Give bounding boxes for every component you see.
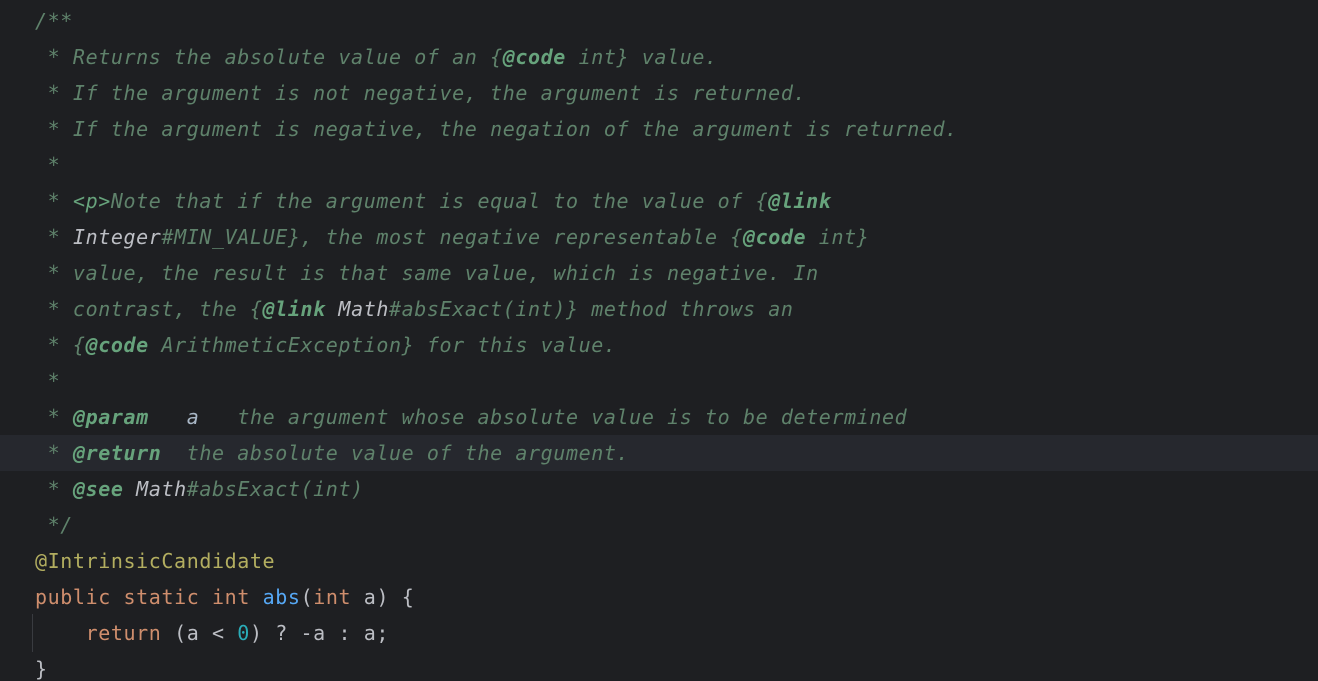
code-token: * (35, 477, 73, 501)
code-token: @code (85, 333, 149, 357)
code-token: public (35, 585, 111, 609)
code-token: * { (35, 333, 86, 357)
code-token: return (85, 621, 162, 645)
code-line-text: */ (35, 507, 73, 543)
code-token: * (35, 441, 73, 465)
code-token: Math (136, 477, 187, 501)
code-line[interactable]: */ (0, 507, 1318, 543)
code-line-text: * If the argument is negative, the negat… (35, 111, 958, 147)
code-token: the argument whose absolute value is to … (199, 405, 908, 429)
code-token: 0 (237, 621, 250, 645)
code-line[interactable]: } (0, 651, 1318, 681)
code-line-text: * {@code ArithmeticException} for this v… (35, 327, 617, 363)
code-token: */ (35, 513, 73, 537)
code-token: int} (806, 225, 870, 249)
code-token: * Returns the absolute value of an { (35, 45, 503, 69)
code-line[interactable]: * If the argument is negative, the negat… (0, 111, 1318, 147)
code-line[interactable]: * (0, 147, 1318, 183)
code-token: @code (742, 225, 807, 249)
code-line[interactable]: * (0, 363, 1318, 399)
code-token: * value, the result is that same value, … (35, 261, 819, 285)
code-token: int} value. (565, 45, 718, 69)
code-line-text: * value, the result is that same value, … (35, 255, 819, 291)
code-token: * contrast, the { (35, 297, 263, 321)
code-line[interactable]: * If the argument is not negative, the a… (0, 75, 1318, 111)
code-line[interactable]: * Integer#MIN_VALUE}, the most negative … (0, 219, 1318, 255)
code-token: * If the argument is not negative, the a… (35, 81, 807, 105)
code-line[interactable]: * @see Math#absExact(int) (0, 471, 1318, 507)
code-token: * (35, 189, 73, 213)
code-token: @param (72, 405, 149, 429)
code-token: ArithmeticException} for this value. (148, 333, 617, 357)
code-token: Note that if the argument is equal to th… (110, 189, 769, 213)
code-line-text: * <p>Note that if the argument is equal … (35, 183, 831, 219)
code-line-text: public static int abs(int a) { (35, 579, 414, 615)
code-line-text: * Returns the absolute value of an {@cod… (35, 39, 718, 75)
code-token: Math (338, 297, 389, 321)
code-token: #absExact(int) (186, 477, 364, 501)
code-line-text: * @return the absolute value of the argu… (35, 435, 629, 471)
code-token: } (35, 657, 48, 681)
code-token: * (35, 405, 73, 429)
code-line-text: return (a < 0) ? -a : a; (35, 615, 389, 651)
code-line-text: * If the argument is not negative, the a… (35, 75, 806, 111)
code-token: ( (300, 585, 314, 609)
code-line[interactable]: * {@code ArithmeticException} for this v… (0, 327, 1318, 363)
code-token: the absolute value of the argument. (161, 441, 630, 465)
code-line-text: * (35, 147, 60, 183)
code-editor[interactable]: /** * Returns the absolute value of an {… (0, 0, 1318, 681)
code-line[interactable]: return (a < 0) ? -a : a; (0, 615, 1318, 651)
code-token: #MIN_VALUE}, the most negative represent… (161, 225, 743, 249)
code-token: @link (262, 297, 326, 321)
code-token: @link (768, 189, 832, 213)
code-token: #absExact(int)} method throws an (389, 297, 794, 321)
code-token: @code (502, 45, 566, 69)
code-line[interactable]: @IntrinsicCandidate (0, 543, 1318, 579)
code-line[interactable]: public static int abs(int a) { (0, 579, 1318, 615)
code-token: static (123, 585, 200, 609)
code-line-text: } (35, 651, 48, 681)
code-line-text: * contrast, the {@link Math#absExact(int… (35, 291, 794, 327)
code-line-text: * @see Math#absExact(int) (35, 471, 364, 507)
code-line-text: * @param a the argument whose absolute v… (35, 399, 907, 435)
code-line[interactable]: * contrast, the {@link Math#absExact(int… (0, 291, 1318, 327)
code-token: a (186, 405, 200, 429)
code-line-text: /** (35, 3, 73, 39)
code-token: a) { (351, 585, 415, 609)
code-token: (a < (161, 621, 238, 645)
code-token: @return (72, 441, 162, 465)
code-line[interactable]: * value, the result is that same value, … (0, 255, 1318, 291)
code-line-text: @IntrinsicCandidate (35, 543, 275, 579)
code-line[interactable]: * @param a the argument whose absolute v… (0, 399, 1318, 435)
code-token: @IntrinsicCandidate (35, 549, 276, 573)
code-token: * If the argument is negative, the negat… (35, 117, 958, 141)
code-token: int (313, 585, 352, 609)
code-line[interactable]: * <p>Note that if the argument is equal … (0, 183, 1318, 219)
code-line[interactable]: * Returns the absolute value of an {@cod… (0, 39, 1318, 75)
code-token: <p> (72, 189, 111, 213)
code-token: int (212, 585, 250, 609)
code-line-text: * Integer#MIN_VALUE}, the most negative … (35, 219, 869, 255)
code-token: abs (262, 585, 301, 609)
code-token: * (35, 369, 61, 393)
code-line[interactable]: /** (0, 3, 1318, 39)
code-token: Integer (72, 225, 162, 249)
code-token: ) ? -a : a; (249, 621, 390, 645)
code-token: /** (35, 9, 73, 33)
code-line-current[interactable]: * @return the absolute value of the argu… (0, 435, 1318, 471)
code-token: * (35, 225, 73, 249)
code-token: @see (72, 477, 124, 501)
code-token: * (35, 153, 61, 177)
code-line-text: * (35, 363, 60, 399)
